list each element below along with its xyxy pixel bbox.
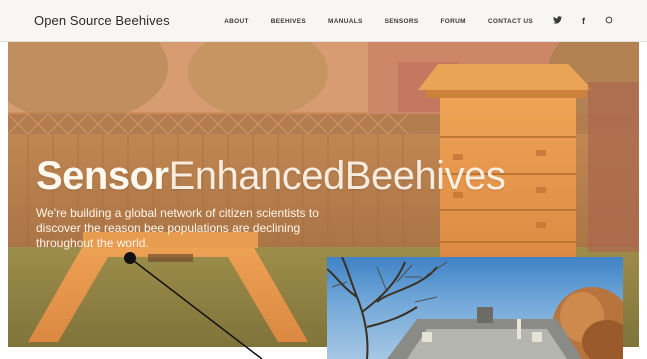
hero-subtitle: We're building a global network of citiz…	[36, 206, 319, 250]
inset-photo	[327, 257, 623, 359]
hero-title-light: EnhancedBeehives	[168, 154, 506, 198]
site-brand[interactable]: Open Source Beehives	[34, 13, 170, 28]
top-navbar: Open Source Beehives ABOUT BEEHIVES MANU…	[0, 0, 647, 42]
nav-contact-us[interactable]: CONTACT US	[488, 18, 533, 25]
nav-about[interactable]: ABOUT	[224, 18, 249, 25]
nav-beehives[interactable]: BEEHIVES	[271, 18, 306, 25]
main-nav: ABOUT BEEHIVES MANUALS SENSORS FORUM CON…	[202, 0, 613, 42]
github-icon[interactable]	[605, 16, 613, 26]
hero-title-bold: Sensor	[36, 154, 169, 198]
hero-title: SensorEnhancedBeehives	[36, 154, 506, 199]
nav-forum[interactable]: FORUM	[441, 18, 466, 25]
facebook-icon[interactable]: f	[582, 16, 585, 26]
inset-hive-photo	[327, 257, 623, 359]
twitter-icon[interactable]	[553, 16, 562, 26]
nav-sensors[interactable]: SENSORS	[385, 18, 419, 25]
nav-manuals[interactable]: MANUALS	[328, 18, 363, 25]
